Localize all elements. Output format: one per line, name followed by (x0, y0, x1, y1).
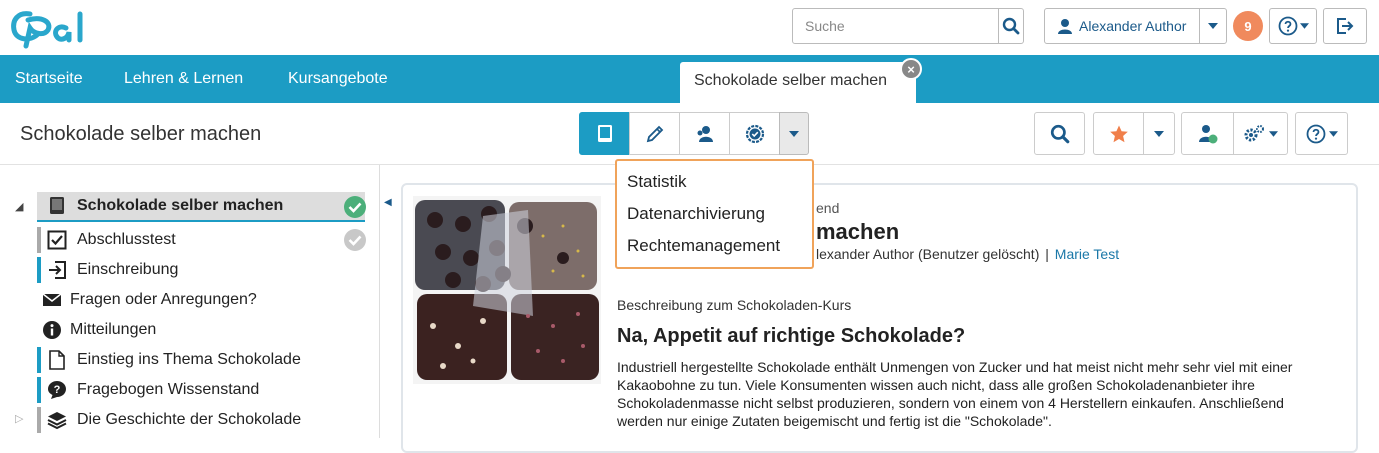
top-bar: Alexander Author 9 (0, 0, 1379, 55)
course-mode-toolbar (579, 112, 809, 155)
tree-item-einschreibung[interactable]: Einschreibung (47, 255, 178, 285)
logout-icon (1337, 18, 1354, 34)
gears-icon (1244, 124, 1264, 141)
caret-down-icon (1154, 130, 1164, 137)
content-heading: Na, Appetit auf richtige Schokolade? (617, 325, 966, 347)
course-authors: lexander Author (Benutzer gelöscht) | Ma… (816, 246, 1119, 262)
menu-item-datenarchivierung[interactable]: Datenarchivierung (617, 201, 812, 233)
course-image (413, 196, 601, 384)
tree-item-label: Die Geschichte der Schokolade (77, 411, 302, 428)
tree-row-marker (37, 407, 41, 433)
pencil-icon (646, 125, 663, 142)
user-icon (1058, 19, 1072, 34)
description-label: Beschreibung zum Schokoladen-Kurs (617, 297, 852, 313)
course-meta-info: end (816, 200, 840, 216)
caret-down-icon (1269, 130, 1278, 137)
check-circle-icon (344, 229, 366, 251)
view-mode-button[interactable] (579, 112, 630, 155)
collapse-toggle-icon[interactable]: ▷ (15, 412, 23, 425)
book-icon (597, 124, 612, 142)
tree-item-mitteilungen[interactable]: Mitteilungen (42, 315, 156, 345)
more-tools-dropdown-toggle[interactable] (779, 112, 809, 155)
tree-item-abschlusstest[interactable]: Abschlusstest (47, 225, 176, 255)
sign-in-icon (47, 260, 67, 280)
tree-item-label: Fragen oder Anregungen? (70, 291, 257, 308)
tree-item-label: Fragebogen Wissenstand (77, 381, 260, 398)
course-info-title: machen (816, 219, 900, 244)
search-icon (1002, 17, 1020, 35)
help-icon (1278, 16, 1297, 36)
users-icon (697, 125, 713, 142)
envelope-icon (42, 290, 62, 310)
badge-check-icon (745, 124, 764, 143)
tab-course[interactable]: Schokolade selber machen (680, 62, 916, 103)
svg-text:?: ? (54, 384, 61, 396)
tree-item-fragen[interactable]: Fragen oder Anregungen? (42, 285, 257, 315)
caret-down-icon (1328, 130, 1338, 137)
caret-down-icon (1299, 23, 1309, 29)
layers-icon (47, 410, 67, 430)
course-help-button[interactable] (1295, 112, 1348, 155)
favorite-dropdown-toggle[interactable] (1143, 112, 1175, 155)
author-link-marie-test[interactable]: Marie Test (1055, 246, 1119, 262)
caret-down-icon (789, 130, 799, 137)
assessment-button[interactable] (729, 112, 780, 155)
content-paragraph: Industriell hergestellte Schokolade enth… (617, 359, 1293, 429)
tree-row-marker (37, 347, 41, 373)
logout-button[interactable] (1323, 8, 1367, 44)
nav-kursangebote[interactable]: Kursangebote (288, 70, 388, 88)
user-name: Alexander Author (1079, 18, 1187, 34)
edit-mode-button[interactable] (629, 112, 680, 155)
checkbox-icon (47, 230, 67, 250)
tree-item-geschichte[interactable]: Die Geschichte der Schokolade (47, 405, 301, 435)
opal-logo[interactable] (8, 6, 100, 50)
tree-item-label: Einstieg ins Thema Schokolade (77, 351, 301, 368)
tree-row-marker (37, 377, 41, 403)
user-menu-button[interactable]: Alexander Author (1044, 8, 1200, 44)
main-navigation: Startseite Lehren & Lernen Kursangebote … (0, 55, 1379, 103)
nav-lehren-lernen[interactable]: Lehren & Lernen (124, 70, 243, 88)
book-icon (47, 196, 67, 216)
tree-item-label: Einschreibung (77, 261, 179, 278)
caret-down-icon (1208, 23, 1218, 29)
tree-item-einstieg[interactable]: Einstieg ins Thema Schokolade (47, 345, 301, 375)
menu-item-rechtemanagement[interactable]: Rechtemanagement (617, 233, 812, 265)
notification-badge[interactable]: 9 (1233, 11, 1263, 41)
favorite-button[interactable] (1093, 112, 1144, 155)
tree-row-marker (37, 227, 41, 253)
user-sync-icon (1198, 124, 1217, 143)
participants-button[interactable] (679, 112, 730, 155)
tree-item-fragebogen[interactable]: ? Fragebogen Wissenstand (47, 375, 259, 405)
tree-row-marker (37, 257, 41, 283)
help-icon (1306, 124, 1325, 143)
sidebar-collapse-icon[interactable]: ◀ (384, 197, 394, 215)
more-tools-dropdown-menu: Statistik Datenarchivierung Rechtemanage… (615, 159, 814, 269)
search-icon (1050, 124, 1069, 143)
tree-item-label: Mitteilungen (70, 321, 157, 338)
user-settings-button[interactable] (1181, 112, 1234, 155)
tree-item-label: Abschlusstest (77, 231, 176, 248)
search-input[interactable] (793, 9, 998, 43)
check-circle-icon (344, 196, 366, 218)
course-settings-button[interactable] (1233, 112, 1288, 155)
file-icon (47, 350, 67, 370)
info-icon (42, 320, 62, 340)
tree-root-label: Schokolade selber machen (77, 197, 284, 214)
nav-startseite[interactable]: Startseite (15, 70, 83, 88)
search-box (792, 8, 1024, 44)
search-button[interactable] (998, 9, 1023, 43)
help-button[interactable] (1269, 8, 1317, 44)
menu-item-statistik[interactable]: Statistik (617, 169, 812, 201)
author-separator: | (1045, 246, 1049, 262)
expand-toggle-icon[interactable]: ◢ (15, 200, 23, 213)
star-icon (1109, 125, 1128, 142)
course-title: Schokolade selber machen (20, 123, 262, 145)
course-search-button[interactable] (1034, 112, 1085, 155)
user-menu-dropdown-toggle[interactable] (1199, 8, 1227, 44)
tree-root-node[interactable]: Schokolade selber machen (37, 192, 365, 222)
tab-close-button[interactable]: × (900, 58, 922, 80)
question-bubble-icon: ? (47, 380, 67, 400)
author-name: lexander Author (Benutzer gelöscht) (816, 246, 1040, 262)
